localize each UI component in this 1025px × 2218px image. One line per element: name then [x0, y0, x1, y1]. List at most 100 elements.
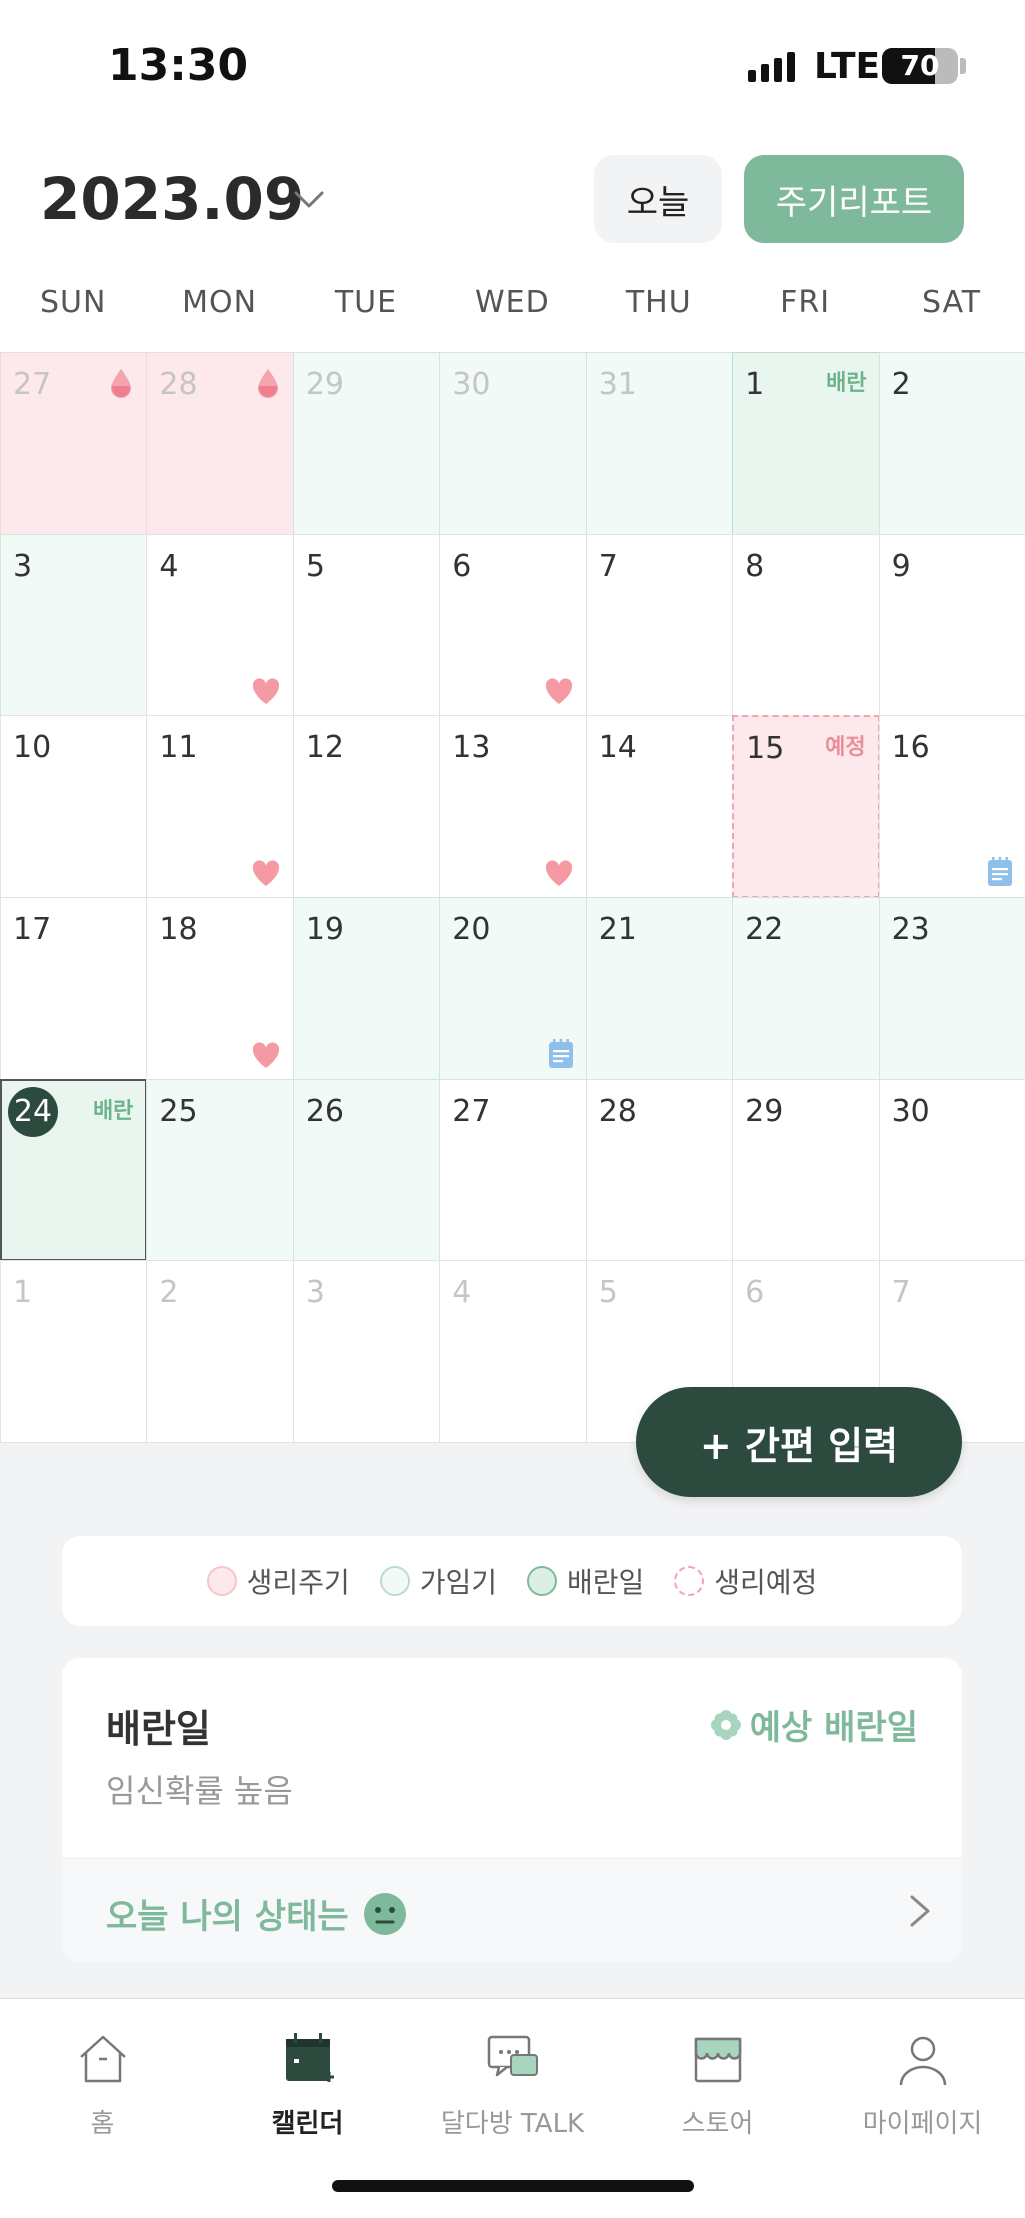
day-number: 4	[452, 1275, 472, 1311]
battery-icon: 70	[882, 48, 958, 84]
heart-icon	[544, 859, 574, 887]
weekday-label: MON	[182, 285, 258, 320]
weekday-label: SUN	[39, 285, 107, 320]
calendar-day-cell[interactable]: 27	[439, 1078, 587, 1262]
legend-label: 생리주기	[246, 1566, 350, 1599]
status-bar: 13:30 LTE 70	[0, 0, 1025, 130]
legend-dot-icon	[206, 1566, 237, 1596]
today-status-row[interactable]: 오늘 나의 상태는	[62, 1858, 962, 1962]
calendar-day-cell[interactable]: 29	[732, 1078, 880, 1262]
calendar-day-cell[interactable]: 25	[146, 1078, 294, 1262]
weekday-label: WED	[475, 285, 550, 320]
calendar-day-cell[interactable]: 30	[878, 1078, 1025, 1262]
calendar-day-cell[interactable]: 4	[439, 1260, 587, 1443]
calendar-day-cell[interactable]: 18	[146, 897, 294, 1080]
note-icon	[548, 1038, 574, 1069]
day-number: 11	[159, 730, 198, 766]
nav-label: 캘린더	[271, 2109, 344, 2139]
day-number: 7	[598, 548, 618, 584]
day-number: 27	[13, 367, 52, 402]
day-number: 5	[598, 1275, 618, 1311]
weekday-label: SAT	[921, 285, 982, 320]
nav-label: 달다방 TALK	[440, 2109, 585, 2139]
calendar-day-cell[interactable]: 26	[292, 1078, 441, 1262]
day-number: 25	[159, 1093, 198, 1129]
status-time: 13:30	[108, 40, 249, 91]
calendar-day-cell[interactable]: 17	[0, 897, 148, 1080]
calendar-day-cell[interactable]: 27	[0, 352, 148, 535]
day-number: 4	[159, 548, 179, 584]
calendar-screen: 13:30 LTE 70 2023.09 오늘 주기리포트 SUN MON TUE W…	[0, 0, 1025, 2218]
calendar-day-cell[interactable]: 30	[439, 352, 587, 535]
day-number: 13	[452, 730, 491, 766]
calendar-day-cell[interactable]: 2	[146, 1260, 294, 1443]
legend-item: 생리예정	[674, 1561, 817, 1601]
day-number: 28	[598, 1093, 637, 1129]
calendar-day-cell[interactable]: 11	[146, 715, 294, 898]
calendar-day-cell[interactable]: 22	[732, 897, 880, 1080]
calendar-day-cell[interactable]: 1 배란	[732, 352, 880, 535]
legend-label: 생리예정	[714, 1566, 818, 1599]
quick-input-button[interactable]: + 간편 입력	[636, 1387, 962, 1497]
calendar-day-cell[interactable]: 1	[0, 1260, 148, 1443]
ovulation-info-card: 배란일 임신확률 높음 예상 배란일 오늘 나의 상태는	[62, 1658, 962, 1962]
day-number: 3	[13, 548, 33, 584]
calendar-day-cell[interactable]: 29	[292, 352, 441, 535]
calendar-day-cell[interactable]: 15 예정	[732, 715, 880, 898]
calendar-day-cell[interactable]: 21	[585, 897, 734, 1080]
calendar-day-cell[interactable]: 13	[439, 715, 587, 898]
calendar-day-cell[interactable]: 28	[146, 352, 294, 535]
chevron-down-icon[interactable]	[292, 182, 326, 216]
today-button[interactable]: 오늘	[594, 155, 722, 243]
heart-icon	[251, 859, 281, 887]
chevron-right-icon[interactable]	[908, 1893, 932, 1929]
nav-item[interactable]: 마이페이지	[820, 2029, 1025, 2140]
heart-icon	[251, 677, 281, 705]
day-number: 29	[745, 1093, 784, 1129]
day-number: 26	[305, 1093, 345, 1129]
calendar-day-cell[interactable]: 7	[585, 533, 734, 717]
calendar-day-cell[interactable]: 2	[878, 352, 1025, 535]
today-marker: 24	[8, 1086, 58, 1137]
legend-label: 배란일	[567, 1566, 645, 1599]
calendar-day-cell[interactable]: 6	[439, 533, 587, 717]
cycle-report-button[interactable]: 주기리포트	[744, 155, 964, 243]
calendar-day-cell[interactable]: 10	[0, 715, 148, 898]
signal-icon	[748, 52, 795, 82]
card-title: 배란일	[106, 1707, 211, 1751]
note-icon	[987, 856, 1013, 887]
calendar-day-cell[interactable]: 31	[585, 352, 734, 535]
calendar-day-cell[interactable]: 12	[292, 715, 441, 898]
day-number: 12	[305, 730, 345, 766]
calendar-day-cell[interactable]: 19	[292, 897, 441, 1080]
calendar-day-cell[interactable]: 14	[585, 715, 734, 898]
day-number: 8	[745, 548, 765, 584]
day-number: 19	[305, 912, 345, 947]
calendar-icon	[278, 2029, 338, 2089]
legend-dot-icon	[379, 1566, 410, 1596]
calendar-day-cell[interactable]: 5	[292, 533, 441, 717]
home-indicator	[332, 2180, 694, 2192]
calendar-day-cell[interactable]: 23	[878, 897, 1025, 1080]
calendar-day-cell[interactable]: 8	[732, 533, 880, 717]
calendar-day-cell[interactable]: 3	[292, 1260, 441, 1443]
card-subtitle: 임신확률 높음	[106, 1772, 293, 1810]
calendar-day-cell[interactable]: 16	[878, 715, 1025, 898]
calendar-day-cell[interactable]: 20	[439, 897, 587, 1080]
status-prompt: 오늘 나의 상태는	[106, 1897, 349, 1937]
ovulation-tag: 배란	[92, 1098, 134, 1124]
nav-item[interactable]: 스토어	[615, 2029, 820, 2140]
day-number: 10	[13, 730, 52, 766]
month-title[interactable]: 2023.09	[40, 165, 304, 233]
weekday-label: TUE	[334, 285, 398, 320]
legend-dot-icon	[527, 1566, 557, 1596]
calendar-day-cell[interactable]: 24 배란	[0, 1078, 148, 1262]
calendar-day-cell[interactable]: 4	[146, 533, 294, 717]
legend-item: 배란일	[527, 1561, 644, 1601]
calendar-day-cell[interactable]: 28	[585, 1078, 734, 1262]
calendar-day-cell[interactable]: 9	[878, 533, 1025, 717]
nav-item[interactable]: 홈	[0, 2029, 205, 2140]
nav-item[interactable]: 캘린더	[205, 2029, 410, 2140]
nav-item[interactable]: 달다방 TALK	[410, 2029, 615, 2140]
calendar-day-cell[interactable]: 3	[0, 533, 148, 717]
